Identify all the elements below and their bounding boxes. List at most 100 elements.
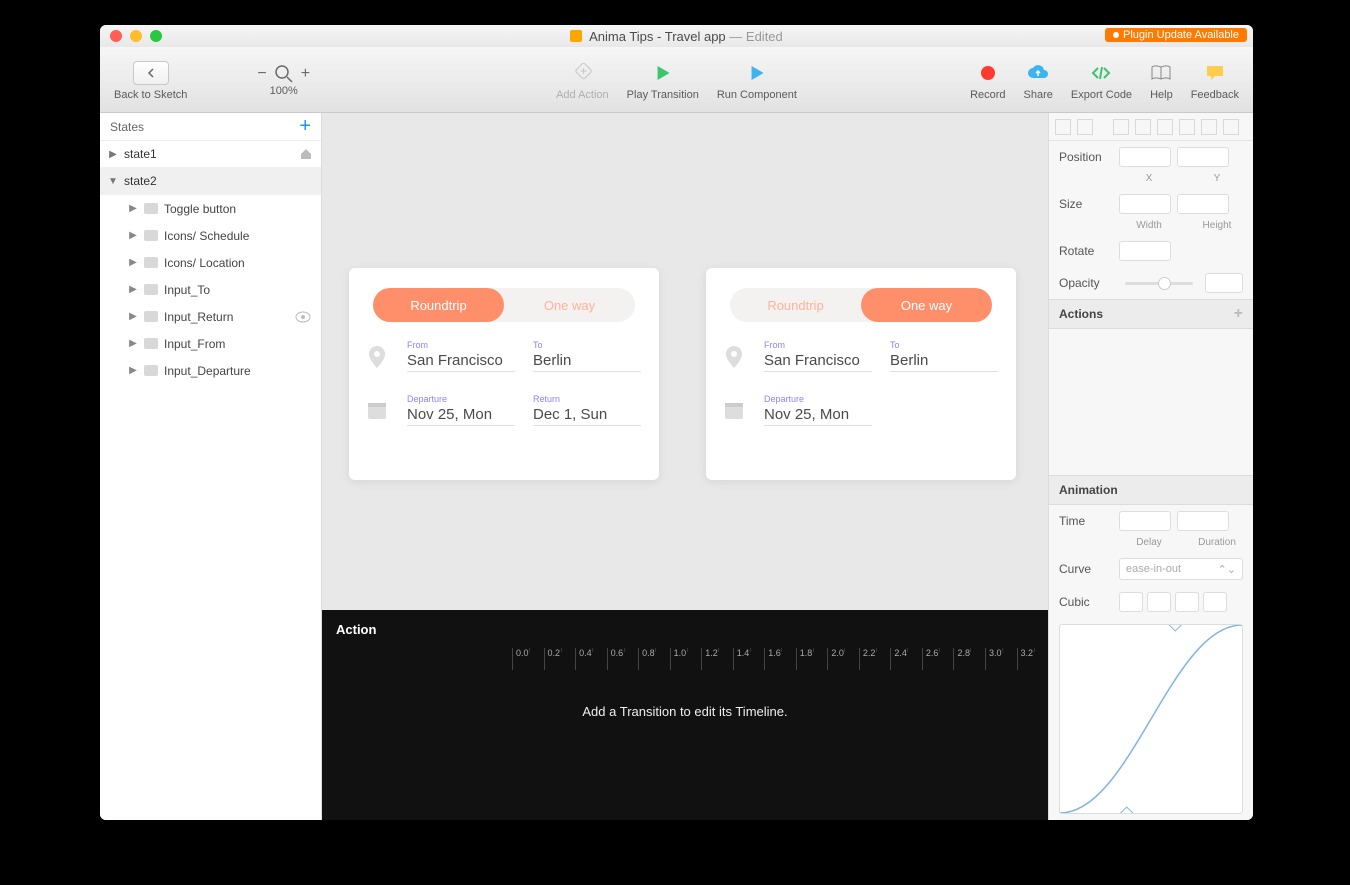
trip-toggle-2[interactable]: Roundtrip One way bbox=[730, 288, 992, 322]
oneway-tab-2[interactable]: One way bbox=[861, 288, 992, 322]
align-right-icon[interactable] bbox=[1223, 119, 1239, 135]
layer-row[interactable]: ▶Input_Return bbox=[100, 303, 321, 330]
ruler-tick: 2.8 bbox=[953, 648, 985, 670]
align-top-icon[interactable] bbox=[1113, 119, 1129, 135]
share-button[interactable]: Share bbox=[1024, 59, 1053, 101]
minimize-icon[interactable] bbox=[130, 30, 142, 42]
align-left-icon[interactable] bbox=[1055, 119, 1071, 135]
roundtrip-tab[interactable]: Roundtrip bbox=[373, 288, 504, 322]
layer-row[interactable]: ▶Icons/ Schedule bbox=[100, 222, 321, 249]
opacity-input[interactable] bbox=[1205, 273, 1243, 293]
layer-row[interactable]: ▶Input_To bbox=[100, 276, 321, 303]
width-label: Width bbox=[1123, 220, 1175, 231]
from-label: From bbox=[764, 340, 872, 350]
canvas[interactable]: Roundtrip One way From San Francisco ToBe… bbox=[322, 113, 1048, 610]
cubic-p1-input[interactable] bbox=[1119, 592, 1143, 612]
align-middle-icon[interactable] bbox=[1135, 119, 1151, 135]
cubic-row: Cubic bbox=[1049, 586, 1253, 618]
height-input[interactable] bbox=[1177, 194, 1229, 214]
chevron-right-icon: ▶ bbox=[128, 338, 138, 349]
position-y-input[interactable] bbox=[1177, 147, 1229, 167]
zoom-out-icon[interactable]: − bbox=[257, 65, 266, 83]
ruler-tick: 1.6 bbox=[764, 648, 796, 670]
ruler-tick: 0.0 bbox=[512, 648, 544, 670]
slider-thumb[interactable] bbox=[1158, 277, 1171, 290]
ruler-tick: 0.4 bbox=[575, 648, 607, 670]
add-action-icon[interactable]: + bbox=[1234, 305, 1243, 323]
folder-icon bbox=[144, 338, 158, 349]
to-field[interactable]: ToBerlin bbox=[533, 340, 641, 372]
return-field[interactable]: ReturnDec 1, Sun bbox=[533, 394, 641, 426]
document-title-text: Anima Tips - Travel app bbox=[589, 29, 726, 44]
state-row-state2[interactable]: ▼ state2 bbox=[100, 168, 321, 195]
zoom-icon[interactable] bbox=[150, 30, 162, 42]
position-x-input[interactable] bbox=[1119, 147, 1171, 167]
state-row-state1[interactable]: ▶ state1 bbox=[100, 141, 321, 168]
rotate-label: Rotate bbox=[1059, 244, 1113, 258]
to-field-2[interactable]: ToBerlin bbox=[890, 340, 998, 372]
position-row: Position bbox=[1049, 141, 1253, 173]
edited-indicator: — Edited bbox=[729, 29, 782, 44]
trip-toggle[interactable]: Roundtrip One way bbox=[373, 288, 635, 322]
roundtrip-tab-2[interactable]: Roundtrip bbox=[730, 288, 861, 322]
from-label: From bbox=[407, 340, 515, 350]
ruler-tick: 2.6 bbox=[922, 648, 954, 670]
opacity-slider[interactable] bbox=[1125, 282, 1193, 285]
duration-label: Duration bbox=[1191, 537, 1243, 548]
height-label: Height bbox=[1191, 220, 1243, 231]
distribute-v-icon[interactable] bbox=[1201, 119, 1217, 135]
from-field[interactable]: From San Francisco bbox=[407, 340, 515, 372]
zoom-control[interactable]: − + 100% bbox=[257, 63, 310, 97]
back-to-sketch-button[interactable]: Back to Sketch bbox=[114, 59, 187, 101]
delay-input[interactable] bbox=[1119, 511, 1171, 531]
layer-row[interactable]: ▶Toggle button bbox=[100, 195, 321, 222]
oneway-tab[interactable]: One way bbox=[504, 288, 635, 322]
ruler-tick: 1.8 bbox=[796, 648, 828, 670]
help-button[interactable]: Help bbox=[1150, 59, 1173, 101]
play-transition-button[interactable]: Play Transition bbox=[627, 59, 699, 101]
run-component-button[interactable]: Run Component bbox=[717, 59, 797, 101]
close-icon[interactable] bbox=[110, 30, 122, 42]
window-title: Anima Tips - Travel app — Edited bbox=[100, 29, 1253, 44]
feedback-button[interactable]: Feedback bbox=[1191, 59, 1239, 101]
curve-preview[interactable] bbox=[1059, 624, 1243, 814]
duration-input[interactable] bbox=[1177, 511, 1229, 531]
departure-field-2[interactable]: DepartureNov 25, Mon bbox=[764, 394, 872, 426]
width-input[interactable] bbox=[1119, 194, 1171, 214]
layer-label: Toggle button bbox=[164, 202, 236, 216]
artboard-oneway[interactable]: Roundtrip One way FromSan Francisco ToBe… bbox=[706, 268, 1016, 480]
timeline-ruler[interactable]: 0.00.20.40.60.81.01.21.41.61.82.02.22.42… bbox=[322, 648, 1048, 670]
distribute-h-icon[interactable] bbox=[1179, 119, 1195, 135]
from-field-2[interactable]: FromSan Francisco bbox=[764, 340, 872, 372]
ruler-tick: 1.2 bbox=[701, 648, 733, 670]
align-center-icon[interactable] bbox=[1077, 119, 1093, 135]
align-bottom-icon[interactable] bbox=[1157, 119, 1173, 135]
record-button[interactable]: Record bbox=[970, 59, 1005, 101]
layer-row[interactable]: ▶Icons/ Location bbox=[100, 249, 321, 276]
home-icon[interactable] bbox=[299, 147, 313, 161]
layer-row[interactable]: ▶Input_From bbox=[100, 330, 321, 357]
chevron-right-icon: ▶ bbox=[128, 257, 138, 268]
cubic-p3-input[interactable] bbox=[1175, 592, 1199, 612]
add-action-button[interactable]: Add Action bbox=[556, 59, 609, 101]
states-sidebar: States + ▶ state1 ▼ state2 ▶Toggle butto… bbox=[100, 113, 322, 820]
export-code-button[interactable]: Export Code bbox=[1071, 59, 1132, 101]
visibility-icon[interactable] bbox=[295, 311, 311, 323]
curve-row: Curve ease-in-out⌃⌄ bbox=[1049, 552, 1253, 586]
zoom-in-icon[interactable]: + bbox=[301, 65, 310, 83]
artboard-roundtrip[interactable]: Roundtrip One way From San Francisco ToBe… bbox=[349, 268, 659, 480]
layer-row[interactable]: ▶Input_Departure bbox=[100, 357, 321, 384]
add-state-button[interactable]: + bbox=[299, 115, 311, 138]
departure-field[interactable]: DepartureNov 25, Mon bbox=[407, 394, 515, 426]
states-header: States + bbox=[100, 113, 321, 141]
share-label: Share bbox=[1024, 89, 1053, 101]
curve-select[interactable]: ease-in-out⌃⌄ bbox=[1119, 558, 1243, 580]
rotate-input[interactable] bbox=[1119, 241, 1171, 261]
alignment-controls[interactable] bbox=[1049, 113, 1253, 141]
timeline-panel: Action 0.00.20.40.60.81.01.21.41.61.82.0… bbox=[322, 610, 1048, 820]
cubic-p4-input[interactable] bbox=[1203, 592, 1227, 612]
from-value: San Francisco bbox=[407, 352, 515, 369]
location-icon bbox=[724, 346, 746, 368]
plugin-update-badge[interactable]: Plugin Update Available bbox=[1105, 28, 1247, 42]
cubic-p2-input[interactable] bbox=[1147, 592, 1171, 612]
